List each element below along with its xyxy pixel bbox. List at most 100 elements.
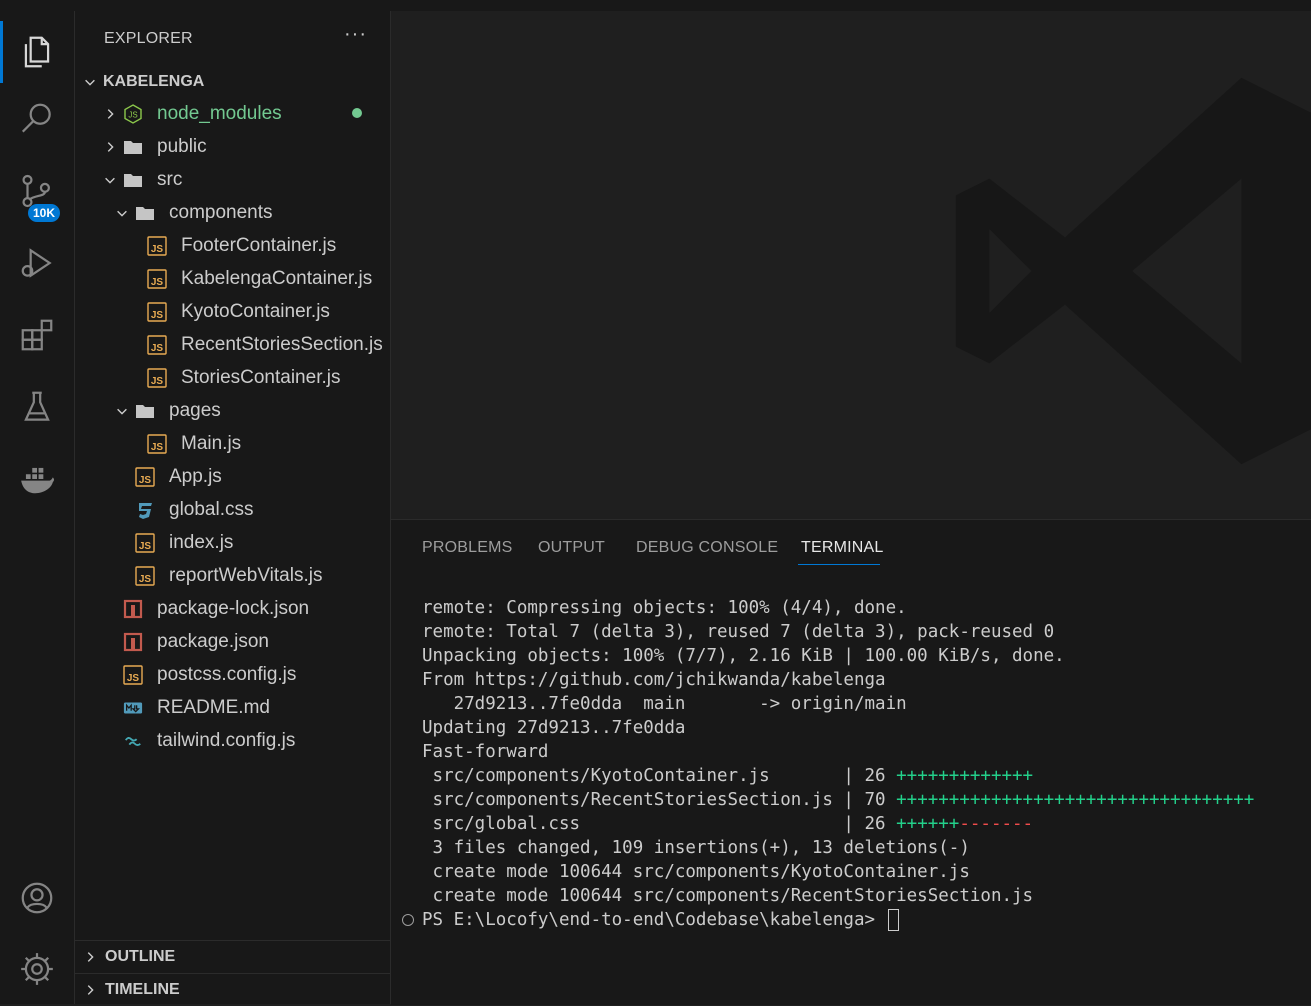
js-file-icon: JS: [147, 301, 167, 322]
file-item[interactable]: JS StoriesContainer.js: [75, 361, 390, 394]
terminal-prompt[interactable]: PS E:\Locofy\end-to-end\Codebase\kabelen…: [422, 908, 1254, 932]
file-item[interactable]: JS App.js: [75, 460, 390, 493]
tab-debug-console[interactable]: DEBUG CONSOLE: [636, 539, 778, 557]
file-item[interactable]: JS reportWebVitals.js: [75, 559, 390, 592]
folder-item[interactable]: public: [75, 130, 390, 163]
tree-item-label: tailwind.config.js: [157, 729, 296, 751]
file-item[interactable]: JS postcss.config.js: [75, 658, 390, 691]
terminal-line: From https://github.com/jchikwanda/kabel…: [422, 670, 886, 690]
tree-item-label: StoriesContainer.js: [181, 366, 341, 388]
tab-terminal[interactable]: TERMINAL: [801, 539, 884, 557]
svg-text:JS: JS: [139, 541, 152, 552]
chevron-placeholder: [113, 468, 131, 486]
terminal-cursor: [887, 909, 899, 931]
tree-item-label: FooterContainer.js: [181, 234, 337, 256]
file-item[interactable]: JS FooterContainer.js: [75, 229, 390, 262]
terminal-line: remote: Compressing objects: 100% (4/4),…: [422, 598, 907, 618]
tree-item-label: App.js: [169, 465, 222, 487]
js-file-icon: JS: [135, 565, 155, 586]
js-file-icon: JS: [123, 664, 143, 685]
tree-item-label: pages: [169, 399, 221, 421]
chevron-down-icon[interactable]: [113, 204, 131, 222]
file-item[interactable]: JS Main.js: [75, 427, 390, 460]
file-item[interactable]: README.md: [75, 691, 390, 724]
folder-icon: [123, 170, 143, 190]
chevron-placeholder: [125, 270, 143, 288]
modified-dot-icon: [352, 108, 362, 118]
tree-item-label: README.md: [157, 696, 270, 718]
chevron-placeholder: [101, 699, 119, 717]
diffstat-file: src/global.css | 26: [422, 814, 897, 834]
file-item[interactable]: global.css: [75, 493, 390, 526]
editor-area[interactable]: [391, 11, 1311, 519]
chevron-placeholder: [113, 567, 131, 585]
tab-problems[interactable]: PROBLEMS: [422, 539, 513, 557]
terminal-line: Unpacking objects: 100% (7/7), 2.16 KiB …: [422, 646, 1065, 666]
diffstat-insertions: ++++++: [896, 814, 960, 834]
workspace-root[interactable]: KABELENGA: [75, 69, 390, 95]
folder-icon: [135, 203, 155, 223]
tree-item-label: Main.js: [181, 432, 242, 454]
chevron-right-icon: [87, 985, 94, 995]
folder-icon: [135, 401, 155, 421]
tree-item-label: src: [157, 168, 183, 190]
file-item[interactable]: JS KabelengaContainer.js: [75, 262, 390, 295]
chevron-right-icon: [87, 952, 94, 962]
search-icon[interactable]: [0, 87, 74, 151]
folder-item[interactable]: pages: [75, 394, 390, 427]
run-debug-icon[interactable]: [0, 231, 74, 295]
folder-item[interactable]: JS node_modules: [75, 97, 390, 130]
outline-section[interactable]: OUTLINE: [75, 940, 390, 973]
docker-icon[interactable]: [0, 447, 74, 511]
terminal-line: create mode 100644 src/components/Recent…: [422, 886, 1034, 906]
file-item[interactable]: JS RecentStoriesSection.js: [75, 328, 390, 361]
svg-text:JS: JS: [139, 475, 152, 486]
chevron-placeholder: [125, 369, 143, 387]
settings-gear-icon[interactable]: [0, 937, 74, 1001]
tailwind-file-icon: [123, 731, 143, 751]
timeline-section[interactable]: TIMELINE: [75, 973, 390, 1006]
terminal-line: Updating 27d9213..7fe0dda: [422, 718, 686, 738]
folder-item[interactable]: components: [75, 196, 390, 229]
svg-text:JS: JS: [151, 244, 164, 255]
svg-text:JS: JS: [151, 310, 164, 321]
timeline-label: TIMELINE: [105, 981, 180, 998]
markdown-file-icon: [123, 698, 143, 718]
tree-item-label: components: [169, 201, 273, 223]
activity-bar: 10K: [0, 11, 75, 1004]
css-file-icon: [135, 500, 155, 520]
chevron-placeholder: [113, 534, 131, 552]
chevron-down-icon[interactable]: [101, 171, 119, 189]
tree-item-label: package.json: [157, 630, 269, 652]
tree-item-label: reportWebVitals.js: [169, 564, 323, 586]
terminal-output[interactable]: remote: Compressing objects: 100% (4/4),…: [422, 596, 1254, 932]
diffstat-file: src/components/RecentStoriesSection.js |…: [422, 790, 897, 810]
chevron-placeholder: [125, 336, 143, 354]
file-item[interactable]: package.json: [75, 625, 390, 658]
prompt-text: PS E:\Locofy\end-to-end\Codebase\kabelen…: [422, 910, 886, 930]
js-file-icon: JS: [147, 235, 167, 256]
diffstat-insertions: ++++++++++++++++++++++++++++++++++: [896, 790, 1255, 810]
js-file-icon: JS: [147, 367, 167, 388]
js-file-icon: JS: [147, 268, 167, 289]
file-item[interactable]: tailwind.config.js: [75, 724, 390, 757]
chevron-placeholder: [101, 600, 119, 618]
tree-item-label: RecentStoriesSection.js: [181, 333, 383, 355]
account-icon[interactable]: [0, 866, 74, 930]
folder-item[interactable]: src: [75, 163, 390, 196]
testing-icon[interactable]: [0, 375, 74, 439]
tree-item-label: node_modules: [157, 102, 282, 124]
file-item[interactable]: JS KyotoContainer.js: [75, 295, 390, 328]
chevron-down-icon[interactable]: [113, 402, 131, 420]
chevron-right-icon[interactable]: [101, 105, 119, 123]
terminal-line: src/components/KyotoContainer.js | 26 ++…: [422, 764, 1254, 788]
file-item[interactable]: JS index.js: [75, 526, 390, 559]
js-file-icon: JS: [135, 532, 155, 553]
file-item[interactable]: package-lock.json: [75, 592, 390, 625]
extensions-icon[interactable]: [0, 303, 74, 367]
tab-output[interactable]: OUTPUT: [538, 539, 605, 557]
chevron-right-icon[interactable]: [101, 138, 119, 156]
explorer-icon[interactable]: [0, 20, 74, 84]
more-actions-button[interactable]: ···: [344, 23, 367, 46]
svg-text:JS: JS: [151, 277, 164, 288]
